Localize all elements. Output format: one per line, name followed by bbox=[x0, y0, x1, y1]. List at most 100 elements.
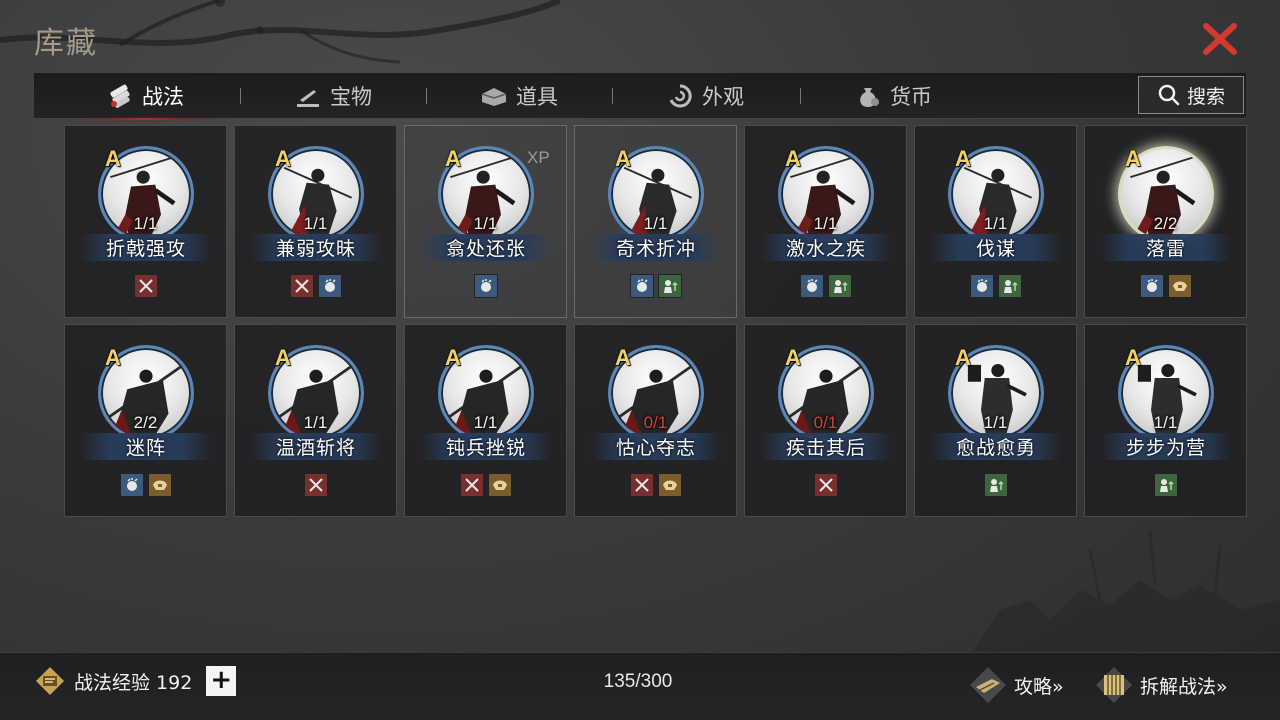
search-button[interactable]: 搜索 bbox=[1138, 76, 1244, 114]
search-icon bbox=[1158, 84, 1180, 106]
tab-divider bbox=[240, 88, 241, 104]
tactic-card[interactable]: A 1/1 钝兵挫锐 bbox=[404, 324, 567, 517]
decompose-tactics-button[interactable]: 拆解战法» bbox=[1094, 665, 1228, 705]
buff-type-icon bbox=[1153, 473, 1178, 497]
tactic-name: 伐谋 bbox=[975, 238, 1016, 260]
tactic-count: 1/1 bbox=[1153, 413, 1178, 432]
tab-treasures[interactable]: 宝物 bbox=[294, 73, 372, 119]
control-type-icon bbox=[487, 473, 512, 497]
tactic-name: 落雷 bbox=[1145, 238, 1186, 260]
attack-type-icon bbox=[459, 473, 484, 497]
tactic-name: 翕处还张 bbox=[445, 238, 526, 260]
tactic-name: 激水之疾 bbox=[785, 238, 866, 260]
guide-label: 攻略» bbox=[1014, 675, 1064, 698]
grade-badge: A bbox=[275, 345, 291, 370]
tactic-type-tags bbox=[745, 473, 906, 497]
footer-bar: 战法经验 192 + 135/300 攻略» 拆解战法» bbox=[0, 652, 1280, 720]
tactic-name-bar: 伐谋 bbox=[931, 234, 1061, 261]
tactic-name: 奇术折冲 bbox=[615, 238, 696, 260]
chest-icon bbox=[481, 88, 507, 106]
attack-type-icon bbox=[289, 274, 314, 298]
tab-tactics[interactable]: 战法 bbox=[66, 73, 224, 121]
tactic-count: 1/1 bbox=[303, 214, 328, 233]
buff-type-icon bbox=[983, 473, 1008, 497]
tactic-type-tags bbox=[235, 473, 396, 497]
tactic-type-tags bbox=[1085, 473, 1246, 497]
tactic-name-bar: 疾击其后 bbox=[761, 433, 891, 460]
strategy-type-icon bbox=[799, 274, 824, 298]
tab-label: 宝物 bbox=[330, 85, 372, 109]
grade-badge: A bbox=[105, 345, 121, 370]
tactic-count: 0/1 bbox=[643, 413, 668, 432]
close-icon[interactable] bbox=[1200, 18, 1240, 58]
grade-badge: A bbox=[275, 146, 291, 171]
tab-label: 战法 bbox=[142, 85, 184, 109]
tactic-card[interactable]: A 1/1 伐谋 bbox=[914, 125, 1077, 318]
grade-badge: A bbox=[785, 146, 801, 171]
tactic-card[interactable]: A 1/1 激水之疾 bbox=[744, 125, 907, 318]
guide-button[interactable]: 攻略» bbox=[968, 665, 1064, 705]
strategy-type-icon bbox=[629, 274, 654, 298]
strategy-type-icon bbox=[317, 274, 342, 298]
tab-divider bbox=[800, 88, 801, 104]
tab-label: 道具 bbox=[516, 85, 558, 109]
tactic-count: 1/1 bbox=[303, 413, 328, 432]
tactic-card[interactable]: A 0/1 怙心夺志 bbox=[574, 324, 737, 517]
tactic-type-tags bbox=[745, 274, 906, 298]
strategy-type-icon bbox=[473, 274, 498, 298]
tab-divider bbox=[612, 88, 613, 104]
tactic-type-tags bbox=[65, 473, 226, 497]
attack-type-icon bbox=[133, 274, 158, 298]
tactic-name-bar: 落雷 bbox=[1101, 234, 1231, 261]
tactic-name: 迷阵 bbox=[125, 437, 166, 459]
tactic-count: 1/1 bbox=[473, 214, 498, 233]
tactic-count: 1/1 bbox=[643, 214, 668, 233]
tactic-card[interactable]: A 1/1 温酒斩将 bbox=[234, 324, 397, 517]
strategy-type-icon bbox=[119, 473, 144, 497]
tactic-card[interactable]: A 2/2 落雷 bbox=[1084, 125, 1247, 318]
tactic-name: 折戟强攻 bbox=[105, 238, 186, 260]
tactic-name-bar: 怙心夺志 bbox=[591, 433, 721, 460]
tactic-name-bar: 愈战愈勇 bbox=[931, 433, 1061, 460]
tactic-name-bar: 迷阵 bbox=[81, 433, 211, 460]
tab-label: 货币 bbox=[890, 85, 932, 109]
swirl-icon bbox=[669, 84, 692, 108]
tactic-name: 怙心夺志 bbox=[615, 437, 696, 459]
grade-badge: A bbox=[615, 146, 631, 171]
tactic-name: 疾击其后 bbox=[785, 437, 866, 459]
tactic-type-tags bbox=[65, 274, 226, 298]
grade-badge: A bbox=[445, 345, 461, 370]
tactic-name-bar: 钝兵挫锐 bbox=[421, 433, 551, 460]
tactic-card[interactable]: A 1/1 愈战愈勇 bbox=[914, 324, 1077, 517]
tactic-card[interactable]: A 1/1 折戟强攻 bbox=[64, 125, 227, 318]
tactic-type-tags bbox=[915, 274, 1076, 298]
control-type-icon bbox=[147, 473, 172, 497]
tactic-name-bar: 奇术折冲 bbox=[591, 234, 721, 261]
tab-items[interactable]: 道具 bbox=[480, 73, 558, 119]
tactic-card[interactable]: A 1/1 奇术折冲 bbox=[574, 125, 737, 318]
xp-marker: XP bbox=[527, 148, 550, 167]
attack-type-icon bbox=[303, 473, 328, 497]
decompose-label: 拆解战法» bbox=[1140, 675, 1228, 698]
guide-book-icon bbox=[970, 667, 1006, 703]
category-tab-bar: 战法 宝物 道具 外观 货币 搜索 bbox=[34, 73, 1246, 121]
tactic-card[interactable]: A XP 1/1 翕处还张 bbox=[404, 125, 567, 318]
tactic-type-tags bbox=[1085, 274, 1246, 298]
tab-appearance[interactable]: 外观 bbox=[666, 73, 744, 119]
scroll-bundle-icon bbox=[110, 84, 130, 108]
tactic-name-bar: 温酒斩将 bbox=[251, 433, 381, 460]
tab-label: 外观 bbox=[702, 85, 744, 109]
tactic-type-tags bbox=[915, 473, 1076, 497]
tactic-name: 钝兵挫锐 bbox=[445, 437, 526, 459]
tactic-card[interactable]: A 2/2 迷阵 bbox=[64, 324, 227, 517]
tactic-count: 0/1 bbox=[813, 413, 838, 432]
grade-badge: A bbox=[1125, 345, 1141, 370]
tactic-count: 1/1 bbox=[133, 214, 158, 233]
tactic-count: 2/2 bbox=[133, 413, 158, 432]
tactic-card[interactable]: A 1/1 兼弱攻昧 bbox=[234, 125, 397, 318]
tactic-card[interactable]: A 0/1 疾击其后 bbox=[744, 324, 907, 517]
tactic-card[interactable]: A 1/1 步步为营 bbox=[1084, 324, 1247, 517]
close-button[interactable] bbox=[1200, 18, 1240, 58]
tab-currency[interactable]: 货币 bbox=[854, 73, 932, 119]
tactic-name: 温酒斩将 bbox=[275, 437, 356, 459]
